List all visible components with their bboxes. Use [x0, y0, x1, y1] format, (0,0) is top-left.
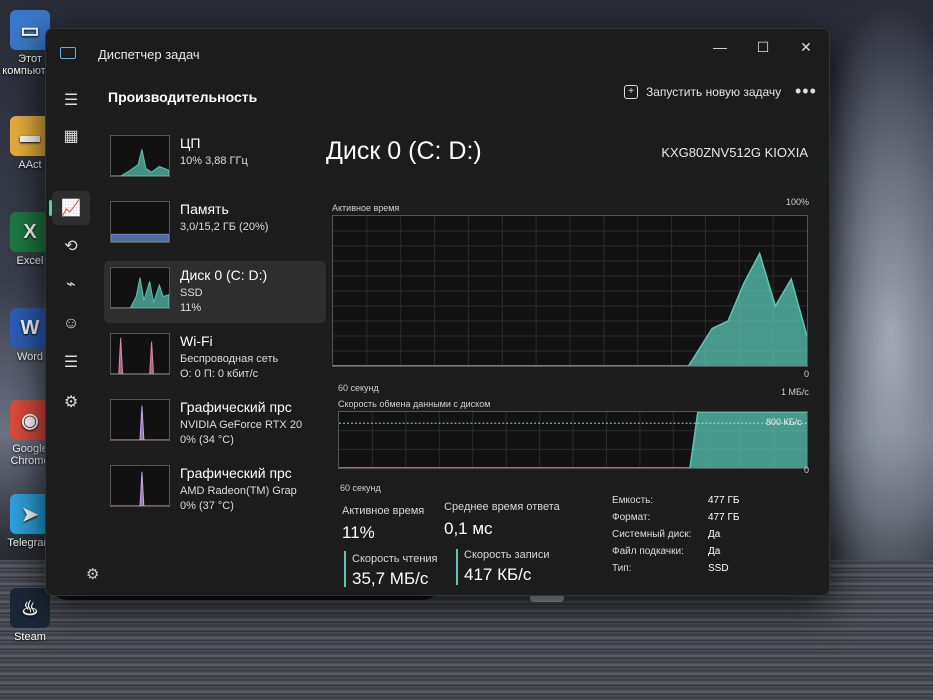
- property-value: Да: [708, 546, 721, 557]
- minimize-button[interactable]: —: [702, 35, 738, 59]
- task-manager-window[interactable]: Диспетчер задач — ☐ ✕ ☰ ▦ 📈 ⟲ ⌁ ☺ ☰ ⚙ Производи…: [45, 28, 830, 596]
- property-value: SSD: [708, 563, 729, 574]
- desktop-shortcut-label: Steam: [14, 631, 46, 643]
- more-options-button[interactable]: •••: [795, 81, 817, 102]
- resource-subtitle: AMD Radeon(TM) Grap: [180, 485, 297, 497]
- property-value: 477 ГБ: [708, 512, 740, 523]
- settings-icon[interactable]: ⚙: [86, 565, 99, 583]
- resource-name: ЦП: [180, 135, 201, 151]
- performance-icon[interactable]: 📈: [49, 191, 90, 225]
- run-new-task-label: Запустить новую задачу: [646, 85, 782, 99]
- property-label: Формат:: [612, 512, 651, 523]
- transfer-max-label: 1 МБ/с: [781, 387, 809, 397]
- task-manager-app-icon: [60, 47, 76, 59]
- disk-model: KXG80ZNV512G KIOXIA: [661, 145, 808, 160]
- resource-sparkline: [110, 267, 170, 309]
- steam-icon: ♨: [10, 588, 50, 628]
- write-speed-indicator: [456, 549, 458, 585]
- resource-item[interactable]: ЦП 10% 3,88 ГГц: [104, 129, 326, 191]
- active-time-min-label: 0: [804, 369, 810, 379]
- resource-item[interactable]: Диск 0 (C: D:) SSD 11%: [104, 261, 326, 323]
- resource-subtitle: NVIDIA GeForce RTX 20: [180, 419, 303, 431]
- property-value: 477 ГБ: [708, 495, 740, 506]
- page-title: Производительность: [108, 89, 258, 105]
- new-task-icon: +: [624, 85, 638, 99]
- startup-icon[interactable]: ⌁: [52, 267, 90, 301]
- services-icon[interactable]: ⚙: [52, 385, 90, 419]
- telegram-icon: ➤: [10, 494, 50, 534]
- close-button[interactable]: ✕: [788, 35, 824, 59]
- resource-name: Диск 0 (C: D:): [180, 267, 268, 283]
- resource-item[interactable]: Графический прс NVIDIA GeForce RTX 20 0% (…: [104, 393, 326, 455]
- title-bar[interactable]: Диспетчер задач — ☐ ✕: [46, 29, 829, 77]
- resource-usage: 11%: [180, 302, 202, 314]
- property-label: Емкость:: [612, 495, 654, 506]
- active-time-chart: [332, 215, 808, 367]
- resource-list: ЦП 10% 3,88 ГГц Память 3,0/15,2 ГБ (20%) Дис…: [104, 129, 326, 525]
- active-time-max-label: 100%: [786, 197, 810, 207]
- aact-icon: ▬: [10, 116, 50, 156]
- read-speed-label: Скорость чтения: [352, 553, 438, 565]
- write-speed-value: 417 КБ/с: [464, 565, 532, 584]
- active-time-stat-label: Активное время: [342, 505, 425, 517]
- navigation-rail: ☰ ▦ 📈 ⟲ ⌁ ☺ ☰ ⚙: [46, 79, 96, 595]
- property-label: Файл подкачки:: [612, 546, 684, 557]
- transfer-min-label: 0: [804, 465, 810, 475]
- resource-item[interactable]: Память 3,0/15,2 ГБ (20%): [104, 195, 326, 257]
- read-speed-value: 35,7 МБ/с: [352, 569, 429, 588]
- transfer-mark-label: 800 КБ/с: [766, 417, 802, 427]
- details-icon[interactable]: ☰: [52, 345, 90, 379]
- write-speed-label: Скорость записи: [464, 549, 550, 561]
- chrome-icon: ◉: [10, 400, 50, 440]
- maximize-button[interactable]: ☐: [745, 35, 781, 59]
- transfer-chart-label: Скорость обмена данными с диском: [338, 399, 491, 409]
- avg-response-value: 0,1 мс: [444, 519, 493, 538]
- resource-sparkline: [110, 135, 170, 177]
- desktop-shortcut[interactable]: ♨ Steam: [0, 588, 60, 643]
- hamburger-icon[interactable]: ☰: [52, 83, 90, 117]
- disk-detail-panel: Диск 0 (C: D:) KXG80ZNV512G KIOXIA Актив…: [326, 129, 826, 589]
- resource-sparkline: [110, 399, 170, 441]
- resource-sparkline: [110, 465, 170, 507]
- resource-subtitle: 10% 3,88 ГГц: [180, 155, 248, 167]
- app-history-icon[interactable]: ⟲: [52, 229, 90, 263]
- resource-item[interactable]: Графический прс AMD Radeon(TM) Grap 0% (37…: [104, 459, 326, 521]
- active-time-x-label: 60 секунд: [338, 383, 379, 393]
- processes-icon[interactable]: ▦: [52, 119, 90, 153]
- resource-sparkline: [110, 201, 170, 243]
- active-time-stat-value: 11%: [342, 523, 375, 542]
- property-label: Системный диск:: [612, 529, 692, 540]
- resource-name: Графический прс: [180, 465, 292, 481]
- read-speed-indicator: [344, 551, 346, 587]
- property-value: Да: [708, 529, 721, 540]
- resource-sparkline: [110, 333, 170, 375]
- resource-name: Wi-Fi: [180, 333, 213, 349]
- chart-svg: [333, 216, 807, 366]
- active-time-chart-label: Активное время: [332, 203, 400, 213]
- resource-usage: 0% (34 °C): [180, 434, 234, 446]
- transfer-rate-chart: [338, 411, 808, 469]
- avg-response-label: Среднее время ответа: [444, 501, 560, 513]
- disk-title: Диск 0 (C: D:): [326, 137, 482, 165]
- chart-svg: [339, 412, 807, 468]
- resource-name: Память: [180, 201, 229, 217]
- run-new-task-button[interactable]: + Запустить новую задачу: [624, 85, 781, 99]
- excel-icon: X: [10, 212, 50, 252]
- window-title: Диспетчер задач: [98, 47, 200, 62]
- transfer-x-label: 60 секунд: [340, 483, 381, 493]
- users-icon[interactable]: ☺: [52, 307, 90, 341]
- resource-subtitle: Беспроводная сеть: [180, 353, 279, 365]
- resource-subtitle: 3,0/15,2 ГБ (20%): [180, 221, 269, 233]
- this-pc-icon: ▭: [10, 10, 50, 50]
- word-icon: W: [10, 308, 50, 348]
- resource-subtitle: SSD: [180, 287, 203, 299]
- resource-usage: 0% (37 °C): [180, 500, 234, 512]
- resource-name: Графический прс: [180, 399, 292, 415]
- resource-usage: О: 0 П: 0 кбит/с: [180, 368, 259, 380]
- resource-item[interactable]: Wi-Fi Беспроводная сеть О: 0 П: 0 кбит/с: [104, 327, 326, 389]
- property-label: Тип:: [612, 563, 632, 574]
